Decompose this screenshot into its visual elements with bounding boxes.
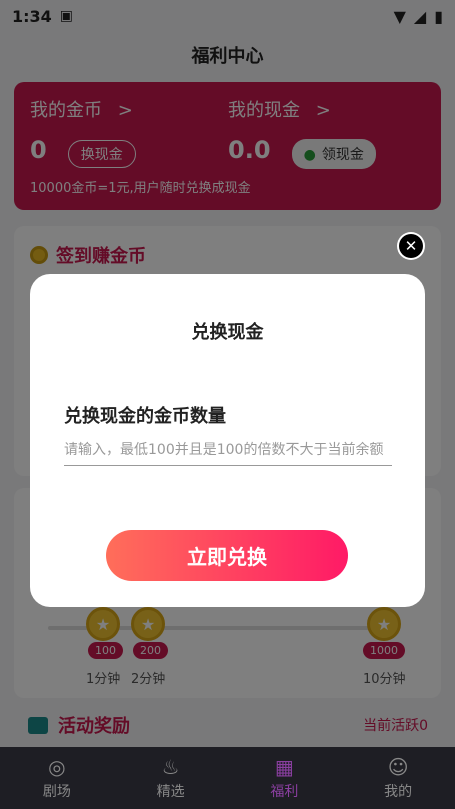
coin-amount-input[interactable] — [64, 434, 392, 466]
exchange-now-button[interactable]: 立即兑换 — [106, 530, 348, 581]
tab-welfare[interactable]: ▦ 福利 — [228, 747, 342, 809]
close-icon: ✕ — [399, 234, 423, 258]
tab-profile[interactable]: ☺ 我的 — [341, 747, 455, 809]
gift-icon: ▦ — [274, 755, 294, 779]
tab-theater[interactable]: ◎ 剧场 — [0, 747, 114, 809]
flame-icon: ♨ — [161, 755, 180, 779]
tab-label: 我的 — [384, 784, 413, 800]
exchange-modal: 兑换现金 兑换现金的金币数量 立即兑换 — [30, 274, 425, 607]
theater-icon: ◎ — [48, 755, 66, 779]
coin-amount-label: 兑换现金的金币数量 — [64, 406, 226, 427]
tab-label: 精选 — [156, 784, 185, 800]
user-icon: ☺ — [387, 755, 409, 779]
tab-label: 剧场 — [42, 784, 71, 800]
modal-close-button[interactable]: ✕ — [397, 232, 425, 260]
tab-featured[interactable]: ♨ 精选 — [114, 747, 228, 809]
modal-title: 兑换现金 — [191, 322, 264, 343]
tab-label: 福利 — [270, 784, 299, 800]
bottom-tabbar: ◎ 剧场 ♨ 精选 ▦ 福利 ☺ 我的 — [0, 747, 455, 809]
